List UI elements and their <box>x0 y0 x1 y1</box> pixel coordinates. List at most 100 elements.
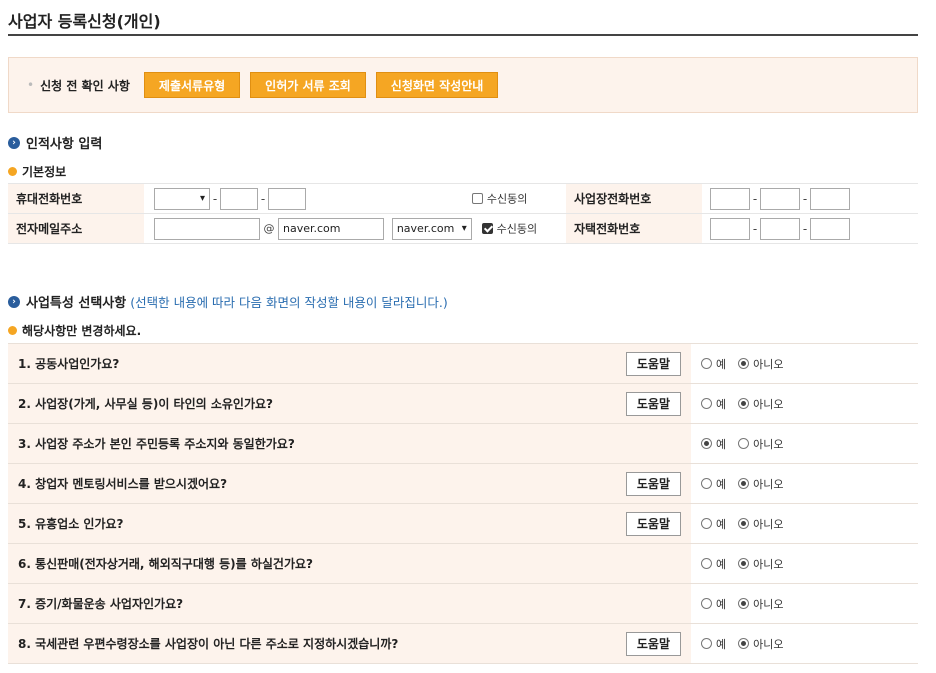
answer-cell: 예 아니오 <box>691 503 918 544</box>
no-radio[interactable] <box>738 518 750 529</box>
yes-label: 예 <box>716 477 727 491</box>
permit-docs-lookup-button[interactable]: 인허가 서류 조회 <box>250 72 366 98</box>
yes-radio[interactable] <box>701 478 712 489</box>
no-label: 아니오 <box>753 477 784 491</box>
yes-label: 예 <box>716 597 727 611</box>
email-consent-checkbox[interactable] <box>481 223 493 234</box>
features-section-title: › 사업특성 선택사항 (선택한 내용에 따라 다음 화면의 작성할 내용이 달… <box>8 292 448 311</box>
yes-radio[interactable] <box>701 438 712 449</box>
no-label: 아니오 <box>753 597 784 611</box>
dash: - <box>260 191 266 206</box>
no-label: 아니오 <box>753 357 784 371</box>
question-row: 4. 창업자 멘토링서비스를 받으시겠어요? 도움말 예 아니오 <box>8 463 918 504</box>
sms-consent: 수신동의 <box>471 191 527 206</box>
help-button[interactable]: 도움말 <box>625 511 681 536</box>
question-row: 7. 증기/화물운송 사업자인가요? 예 아니오 <box>8 583 918 624</box>
help-button[interactable]: 도움말 <box>625 471 681 496</box>
no-radio[interactable] <box>738 638 750 649</box>
arrow-circle-icon: › <box>8 136 20 149</box>
no-label: 아니오 <box>753 557 784 571</box>
no-radio[interactable] <box>738 438 750 449</box>
yes-label: 예 <box>716 357 727 371</box>
email-domain-input[interactable]: naver.com <box>278 217 384 240</box>
email-id-input[interactable] <box>154 217 260 240</box>
answer-cell: 예 아니오 <box>691 423 918 464</box>
features-section-label: 사업특성 선택사항 <box>26 296 127 311</box>
no-radio[interactable] <box>738 558 750 569</box>
question-cell: 1. 공동사업인가요? 도움말 <box>8 343 691 384</box>
question-text: 7. 증기/화물운송 사업자인가요? <box>18 597 184 611</box>
mobile-label: 휴대전화번호 <box>8 183 144 214</box>
question-row: 1. 공동사업인가요? 도움말 예 아니오 <box>8 343 918 384</box>
answer-cell: 예 아니오 <box>691 623 918 664</box>
biz-phone-area-input[interactable] <box>710 187 750 210</box>
features-subsection-title: 해당사항만 변경하세요. <box>8 322 141 339</box>
bullet-icon: • <box>27 78 35 92</box>
title-divider <box>8 34 918 36</box>
mobile-prefix-select[interactable]: ▾ <box>154 187 210 210</box>
question-cell: 4. 창업자 멘토링서비스를 받으시겠어요? 도움말 <box>8 463 691 504</box>
yes-label: 예 <box>716 517 727 531</box>
yes-label: 예 <box>716 557 727 571</box>
question-cell: 2. 사업장(가게, 사무실 등)이 타인의 소유인가요? 도움말 <box>8 383 691 424</box>
home-phone-label: 자택전화번호 <box>566 213 702 244</box>
chevron-down-icon: ▾ <box>199 192 205 204</box>
no-radio[interactable] <box>738 478 750 489</box>
features-subsection-label: 해당사항만 변경하세요. <box>22 324 142 338</box>
email-at-sign: @ <box>263 222 275 235</box>
chevron-down-icon: ▾ <box>461 222 467 234</box>
answer-cell: 예 아니오 <box>691 343 918 384</box>
help-button[interactable]: 도움말 <box>625 351 681 376</box>
dash: - <box>212 191 218 206</box>
home-phone-last-input[interactable] <box>810 217 850 240</box>
email-label: 전자메일주소 <box>8 213 144 244</box>
yes-radio[interactable] <box>701 558 712 569</box>
no-radio[interactable] <box>738 598 750 609</box>
question-row: 3. 사업장 주소가 본인 주민등록 주소지와 동일한가요? 예 아니오 <box>8 423 918 464</box>
no-label: 아니오 <box>753 437 784 451</box>
sms-consent-checkbox[interactable] <box>471 193 483 204</box>
question-text: 3. 사업장 주소가 본인 주민등록 주소지와 동일한가요? <box>18 437 295 451</box>
question-cell: 8. 국세관련 우편수령장소를 사업장이 아닌 다른 주소로 지정하시겠습니까?… <box>8 623 691 664</box>
yes-label: 예 <box>716 437 727 451</box>
answer-cell: 예 아니오 <box>691 543 918 584</box>
email-domain-select-value: naver.com <box>396 221 455 235</box>
submission-docs-button[interactable]: 제출서류유형 <box>143 72 241 98</box>
form-guide-button[interactable]: 신청화면 작성안내 <box>375 72 499 98</box>
help-button[interactable]: 도움말 <box>625 391 681 416</box>
arrow-circle-icon: › <box>8 295 20 308</box>
dash: - <box>752 221 758 236</box>
biz-phone-last-input[interactable] <box>810 187 850 210</box>
yes-radio[interactable] <box>701 398 712 409</box>
question-row: 2. 사업장(가게, 사무실 등)이 타인의 소유인가요? 도움말 예 아니오 <box>8 383 918 424</box>
basic-info-label: 기본정보 <box>22 165 67 179</box>
yes-radio[interactable] <box>701 598 712 609</box>
yes-radio[interactable] <box>701 518 712 529</box>
home-phone-area-input[interactable] <box>710 217 750 240</box>
question-cell: 5. 유흥업소 인가요? 도움말 <box>8 503 691 544</box>
question-row: 8. 국세관련 우편수령장소를 사업장이 아닌 다른 주소로 지정하시겠습니까?… <box>8 623 918 664</box>
mobile-last-input[interactable] <box>268 187 306 210</box>
no-label: 아니오 <box>753 637 784 651</box>
help-button[interactable]: 도움말 <box>625 631 681 656</box>
question-cell: 3. 사업장 주소가 본인 주민등록 주소지와 동일한가요? <box>8 423 691 464</box>
answer-cell: 예 아니오 <box>691 463 918 504</box>
question-row: 6. 통신판매(전자상거래, 해외직구대행 등)를 하실건가요? 예 아니오 <box>8 543 918 584</box>
basic-info-title: 기본정보 <box>8 163 66 180</box>
dash: - <box>802 221 808 236</box>
yes-radio[interactable] <box>701 358 712 369</box>
no-label: 아니오 <box>753 397 784 411</box>
email-domain-select[interactable]: naver.com ▾ <box>391 217 472 240</box>
mobile-middle-input[interactable] <box>220 187 258 210</box>
question-text: 4. 창업자 멘토링서비스를 받으시겠어요? <box>18 477 228 491</box>
pre-check-box: • 신청 전 확인 사항 제출서류유형 인허가 서류 조회 신청화면 작성안내 <box>8 57 918 113</box>
yes-label: 예 <box>716 397 727 411</box>
dash: - <box>802 191 808 206</box>
yes-radio[interactable] <box>701 638 712 649</box>
page-title: 사업자 등록신청(개인) <box>8 12 161 31</box>
no-radio[interactable] <box>738 358 750 369</box>
no-radio[interactable] <box>738 398 750 409</box>
biz-phone-middle-input[interactable] <box>760 187 800 210</box>
question-cell: 7. 증기/화물운송 사업자인가요? <box>8 583 691 624</box>
home-phone-middle-input[interactable] <box>760 217 800 240</box>
